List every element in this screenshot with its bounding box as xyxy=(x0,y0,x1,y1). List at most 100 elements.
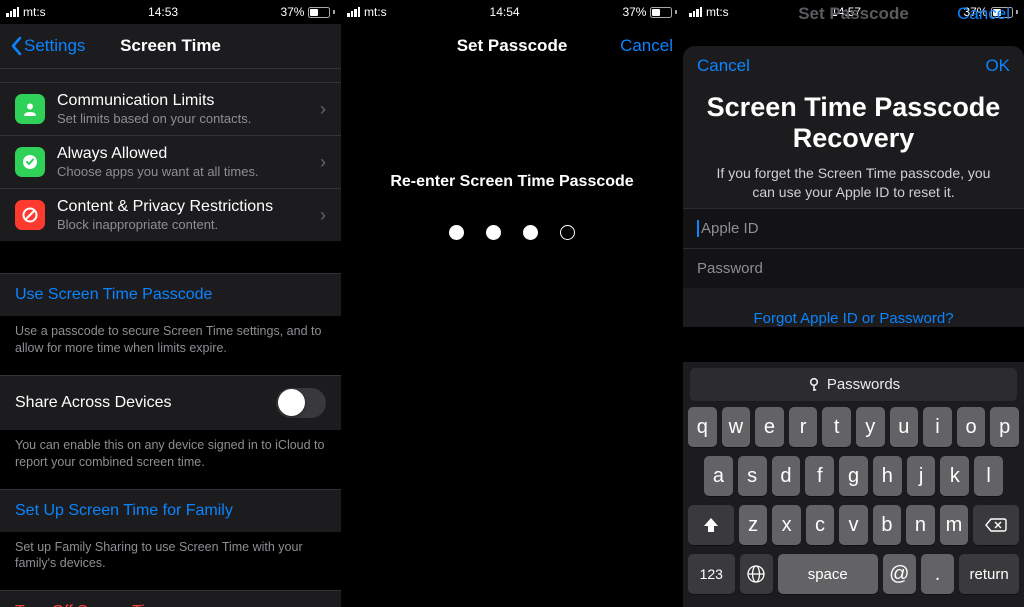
passcode-entry: Re-enter Screen Time Passcode xyxy=(341,68,683,240)
key-b[interactable]: b xyxy=(873,505,901,545)
status-bar: mt:s 14:53 37% xyxy=(0,0,341,24)
passcode-dot xyxy=(560,225,575,240)
row-label: Use Screen Time Passcode xyxy=(15,286,212,304)
key-y[interactable]: y xyxy=(856,407,885,447)
row-setup-family[interactable]: Set Up Screen Time for Family xyxy=(0,489,341,532)
modal-bar: Cancel OK xyxy=(683,46,1024,86)
key-i[interactable]: i xyxy=(923,407,952,447)
row-always-allowed[interactable]: Always Allowed Choose apps you want at a… xyxy=(0,135,341,188)
row-subtitle: Choose apps you want at all times. xyxy=(57,164,308,179)
chevron-right-icon: › xyxy=(320,152,326,173)
status-bar: mt:s 14:54 37% xyxy=(341,0,683,24)
globe-key[interactable] xyxy=(740,554,773,594)
background-cancel: Cancel xyxy=(957,4,1010,24)
key-n[interactable]: n xyxy=(906,505,934,545)
at-key[interactable]: @ xyxy=(883,554,916,594)
key-t[interactable]: t xyxy=(822,407,851,447)
row-use-passcode[interactable]: Use Screen Time Passcode xyxy=(0,273,341,316)
key-a[interactable]: a xyxy=(704,456,733,496)
signal-icon xyxy=(347,7,360,17)
back-label: Settings xyxy=(24,36,85,56)
footer-use-passcode: Use a passcode to secure Screen Time set… xyxy=(0,316,341,357)
background-nav: Set Passcode Cancel xyxy=(683,4,1024,24)
space-key[interactable]: space xyxy=(778,554,878,594)
row-subtitle: Set limits based on your contacts. xyxy=(57,111,308,126)
recovery-message: If you forget the Screen Time passcode, … xyxy=(705,164,1002,202)
row-content-restrictions[interactable]: Content & Privacy Restrictions Block ina… xyxy=(0,188,341,241)
row-communication-limits[interactable]: Communication Limits Set limits based on… xyxy=(0,82,341,135)
status-time: 14:54 xyxy=(490,5,520,19)
row-title: Content & Privacy Restrictions xyxy=(57,198,308,216)
key-k[interactable]: k xyxy=(940,456,969,496)
key-m[interactable]: m xyxy=(940,505,968,545)
key-e[interactable]: e xyxy=(755,407,784,447)
row-share-across-devices[interactable]: Share Across Devices xyxy=(0,375,341,430)
key-c[interactable]: c xyxy=(806,505,834,545)
forgot-link[interactable]: Forgot Apple ID or Password? xyxy=(683,310,1024,327)
cancel-button[interactable]: Cancel xyxy=(620,36,673,56)
footer-family: Set up Family Sharing to use Screen Time… xyxy=(0,532,341,573)
password-field[interactable]: Password xyxy=(683,248,1024,288)
key-s[interactable]: s xyxy=(738,456,767,496)
signal-icon xyxy=(6,7,19,17)
row-turn-off[interactable]: Turn Off Screen Time xyxy=(0,590,341,607)
shift-icon xyxy=(702,517,720,533)
dot-key[interactable]: . xyxy=(921,554,954,594)
battery-icon xyxy=(650,7,677,18)
numbers-key[interactable]: 123 xyxy=(688,554,735,594)
passcode-dot xyxy=(523,225,538,240)
row-label: Turn Off Screen Time xyxy=(15,603,167,607)
back-button[interactable]: Settings xyxy=(10,36,85,56)
key-d[interactable]: d xyxy=(772,456,801,496)
key-r[interactable]: r xyxy=(789,407,818,447)
key-l[interactable]: l xyxy=(974,456,1003,496)
passcode-prompt: Re-enter Screen Time Passcode xyxy=(341,173,683,191)
key-icon xyxy=(807,377,821,393)
row-subtitle: Block inappropriate content. xyxy=(57,217,308,232)
field-placeholder: Apple ID xyxy=(701,220,759,237)
screen-set-passcode: mt:s 14:54 37% Set Passcode Cancel Re-en… xyxy=(341,0,683,607)
key-v[interactable]: v xyxy=(839,505,867,545)
chevron-left-icon xyxy=(10,36,22,56)
keyboard: Passwords qwertyuiop asdfghjkl zxcvbnm 1… xyxy=(683,362,1024,607)
key-u[interactable]: u xyxy=(890,407,919,447)
status-time: 14:53 xyxy=(148,5,178,19)
backspace-icon xyxy=(985,517,1007,533)
key-x[interactable]: x xyxy=(772,505,800,545)
return-key[interactable]: return xyxy=(959,554,1019,594)
key-p[interactable]: p xyxy=(990,407,1019,447)
footer-share: You can enable this on any device signed… xyxy=(0,430,341,471)
recovery-heading: Screen Time Passcode Recovery xyxy=(705,92,1002,154)
autofill-passwords[interactable]: Passwords xyxy=(690,368,1017,401)
key-f[interactable]: f xyxy=(805,456,834,496)
row-label: Share Across Devices xyxy=(15,394,172,412)
backspace-key[interactable] xyxy=(973,505,1019,545)
apple-id-field[interactable]: Apple ID xyxy=(683,208,1024,249)
nav-bar: Settings Screen Time xyxy=(0,24,341,68)
autofill-label: Passwords xyxy=(827,376,900,393)
key-o[interactable]: o xyxy=(957,407,986,447)
key-z[interactable]: z xyxy=(739,505,767,545)
passcode-dot xyxy=(486,225,501,240)
ok-button[interactable]: OK xyxy=(985,56,1010,76)
passcode-dots xyxy=(341,225,683,240)
toggle-share[interactable] xyxy=(276,388,326,418)
cancel-button[interactable]: Cancel xyxy=(697,56,750,76)
background-title: Set Passcode xyxy=(798,4,909,23)
key-w[interactable]: w xyxy=(722,407,751,447)
key-g[interactable]: g xyxy=(839,456,868,496)
field-placeholder: Password xyxy=(697,260,763,277)
restriction-icon xyxy=(15,200,45,230)
chevron-right-icon: › xyxy=(320,99,326,120)
key-h[interactable]: h xyxy=(873,456,902,496)
battery-pct: 37% xyxy=(280,5,304,19)
carrier-label: mt:s xyxy=(23,5,46,19)
shift-key[interactable] xyxy=(688,505,734,545)
battery-icon xyxy=(308,7,335,18)
nav-bar: Set Passcode Cancel xyxy=(341,24,683,68)
chevron-right-icon: › xyxy=(320,205,326,226)
key-j[interactable]: j xyxy=(907,456,936,496)
screen-screentime-settings: mt:s 14:53 37% Settings Screen Time Comm… xyxy=(0,0,341,607)
checkmark-icon xyxy=(15,147,45,177)
key-q[interactable]: q xyxy=(688,407,717,447)
